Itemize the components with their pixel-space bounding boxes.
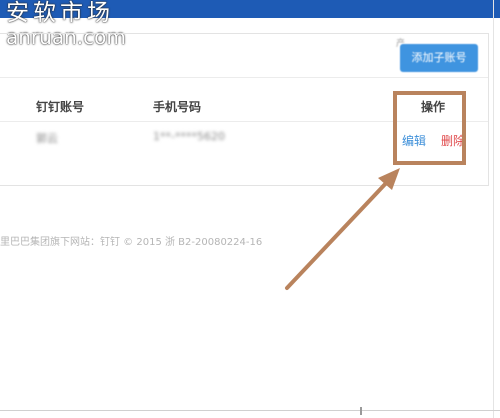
add-sub-account-button[interactable]: 添加子账号 <box>400 44 478 72</box>
frame-edge-bottom <box>0 410 500 411</box>
panel-border-top <box>0 33 488 34</box>
tiny-mark <box>360 407 362 415</box>
panel-border-right <box>488 33 489 185</box>
annotation-highlight-box <box>393 91 466 165</box>
panel-border-bottom <box>0 185 489 186</box>
annotation-arrow-head <box>378 168 400 190</box>
column-header-dingtalk-account: 钉钉账号 <box>36 100 85 114</box>
cell-phone: 1**-****5620 <box>153 130 225 143</box>
annotation-arrow-shaft <box>285 178 391 290</box>
column-header-phone: 手机号码 <box>153 100 202 114</box>
watermark-chinese: 安软市场 <box>6 0 114 26</box>
frame-edge-right <box>493 0 494 418</box>
screenshot-frame: 安软市场 anruan.com 产 添加子账号 钉钉账号 手机号码 操作 郭云 … <box>0 0 500 418</box>
cell-dingtalk-account: 郭云 <box>36 132 58 145</box>
panel-header-divider <box>0 77 488 78</box>
page-footer: 里巴巴集团旗下网站：钉钉 © 2015 浙 B2-20080224-16 <box>0 237 263 248</box>
watermark-latin: anruan.com <box>6 25 126 49</box>
